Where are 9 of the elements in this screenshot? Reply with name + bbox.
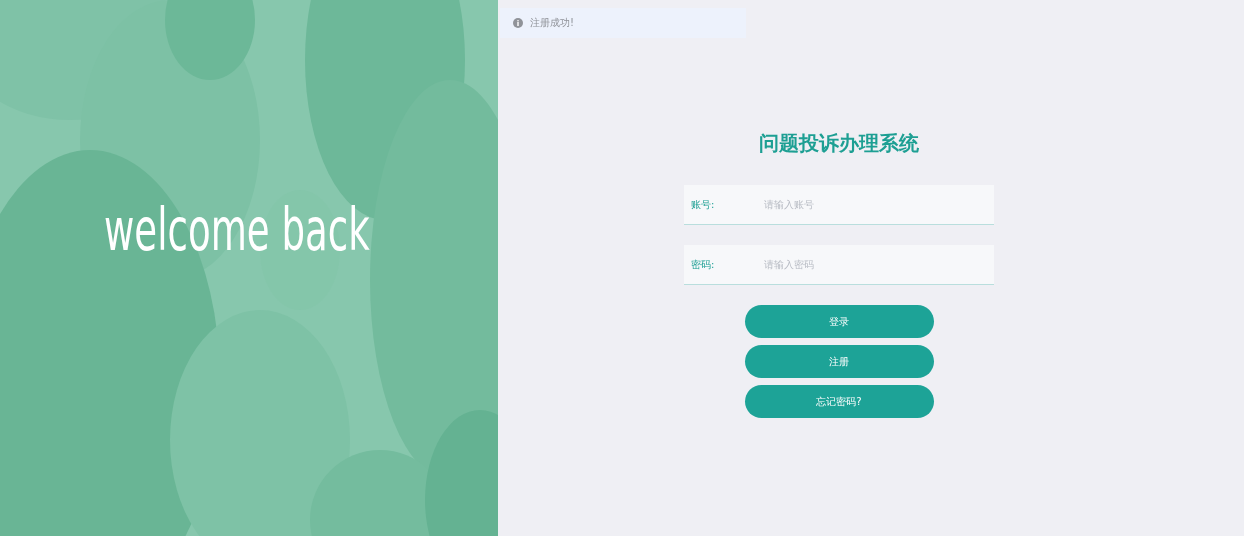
app-title: 问题投诉办理系统 <box>759 130 919 157</box>
form-button[interactable]: 忘记密码? <box>744 385 934 418</box>
field-label: 密码: <box>690 257 716 272</box>
info-icon <box>513 18 523 28</box>
form-button[interactable]: 注册 <box>744 345 934 378</box>
toast-text: 注册成功! <box>530 16 574 30</box>
welcome-headline: welcome back <box>104 196 370 266</box>
field-label: 账号: <box>690 197 716 212</box>
form-button[interactable]: 登录 <box>744 305 934 338</box>
